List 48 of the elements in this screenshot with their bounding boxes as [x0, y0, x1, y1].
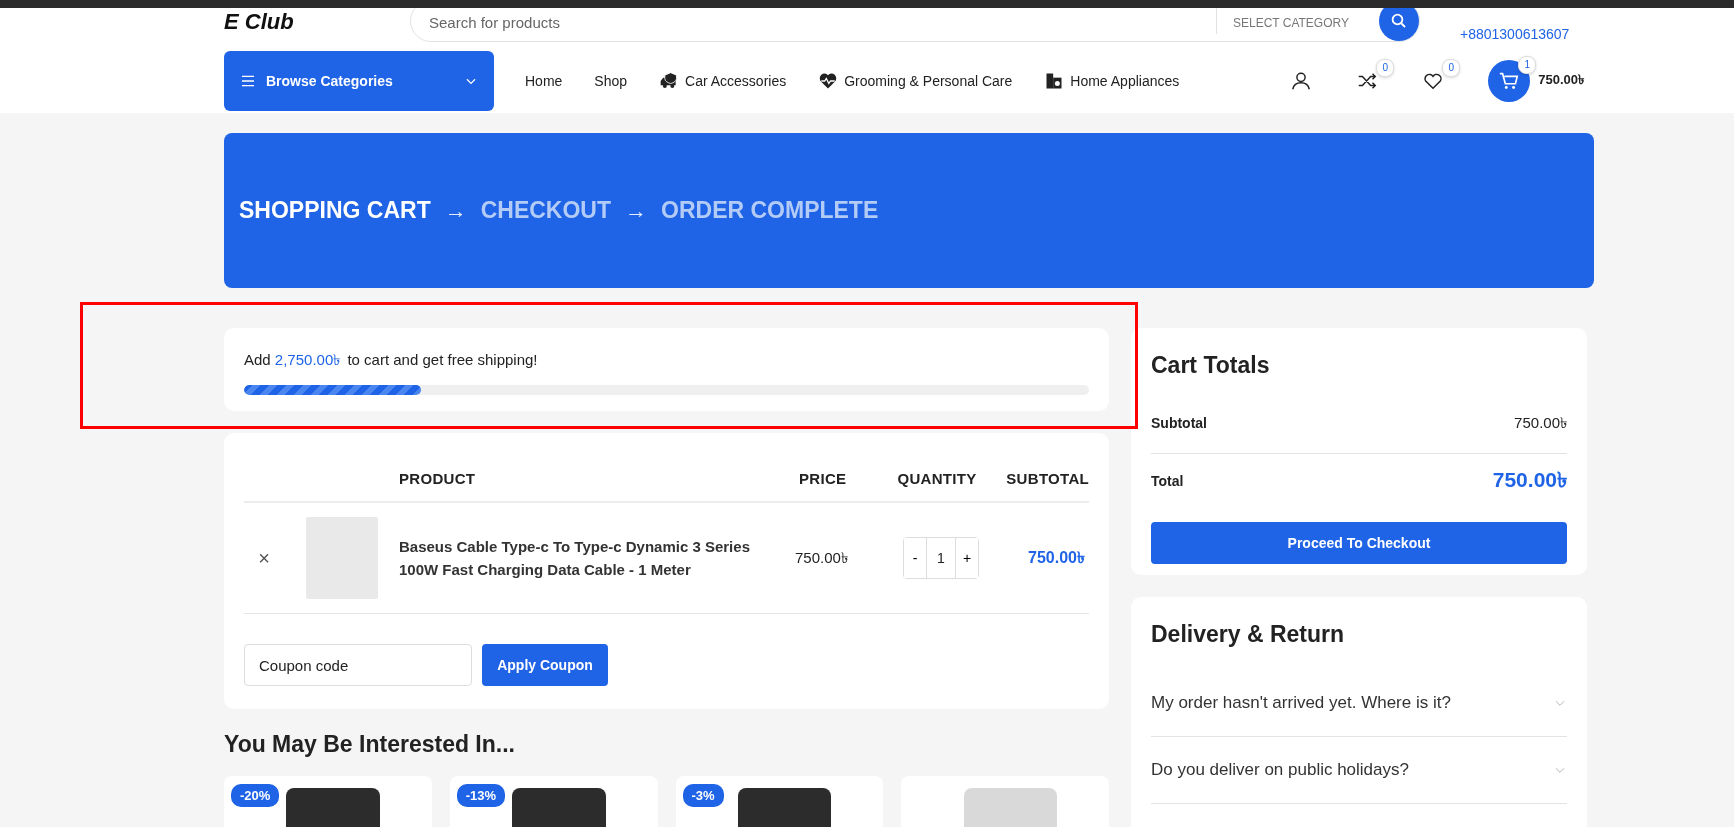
proceed-to-checkout-button[interactable]: Proceed To Checkout: [1151, 522, 1567, 564]
subtotal-label: Subtotal: [1151, 415, 1207, 431]
nav-link[interactable]: Shop: [594, 72, 628, 89]
count-badge: 0: [1442, 58, 1461, 77]
product-name-link[interactable]: Baseus Cable Type-c To Type-c Dynamic 3 Series 100W Fast Charging Data Cable - 1 Meter: [399, 535, 795, 581]
discount-badge: -20%: [231, 784, 280, 807]
nav-link[interactable]: Home: [525, 72, 563, 89]
product-card[interactable]: -13%: [449, 776, 658, 827]
nav-link[interactable]: Home Appliances: [1044, 70, 1180, 91]
apply-coupon-button[interactable]: Apply Coupon: [482, 644, 608, 686]
product-card[interactable]: -20%: [224, 776, 432, 827]
discount-badge: -3%: [682, 784, 724, 807]
count-badge: 0: [1376, 58, 1395, 77]
faq-item[interactable]: Do you deliver on public holidays?: [1151, 737, 1567, 804]
section-title: You May Be Interested In...: [224, 731, 516, 758]
cart-button[interactable]: [1488, 59, 1531, 102]
column-header: QUANTITY: [896, 469, 978, 487]
column-header: PRODUCT: [399, 469, 477, 487]
total-value: 750.00৳: [1492, 466, 1567, 493]
discount-badge: -13%: [456, 784, 506, 807]
column-header: SUBTOTAL: [1005, 469, 1089, 487]
logo[interactable]: E Club: [224, 9, 410, 35]
step-arrow: →: [625, 197, 648, 224]
search-button[interactable]: [1379, 8, 1419, 41]
category-select[interactable]: SELECT CATEGORY: [1215, 8, 1379, 34]
coupon-field[interactable]: Coupon code: [244, 644, 472, 686]
checkout-step[interactable]: SHOPPING CART: [239, 197, 431, 224]
quantity-stepper[interactable]: - 1 +: [903, 537, 979, 579]
price-text: 750.00৳: [795, 547, 849, 568]
subtotal-value: 750.00৳: [1514, 412, 1567, 433]
step-arrow: →: [444, 197, 467, 224]
nav-link[interactable]: Grooming & Personal Care: [818, 70, 1013, 91]
shipping-message: Add 2,750.00৳ to cart and get free shipping!: [244, 350, 539, 370]
browse-categories-button[interactable]: Browse Categories: [224, 50, 494, 111]
column-header: PRICE: [799, 469, 848, 487]
car-icon[interactable]: [659, 70, 680, 91]
nav-link[interactable]: Car Accessories: [659, 70, 787, 91]
product-card[interactable]: -3%: [675, 776, 884, 827]
subtotal-text: 750.00৳: [1027, 547, 1086, 568]
count-badge: 1: [1518, 55, 1537, 74]
phone-link[interactable]: +8801300613607: [1460, 26, 1570, 42]
remove-button[interactable]: ×: [258, 546, 270, 570]
card-title: Cart Totals: [1151, 352, 1271, 379]
cart-total[interactable]: 750.00৳: [1538, 70, 1584, 91]
faq-item[interactable]: My order hasn't arrived yet. Where is it?: [1151, 670, 1567, 737]
search-icon[interactable]: [1390, 12, 1408, 30]
total-label: Total: [1151, 473, 1184, 489]
card-title: Delivery & Return: [1151, 621, 1345, 648]
